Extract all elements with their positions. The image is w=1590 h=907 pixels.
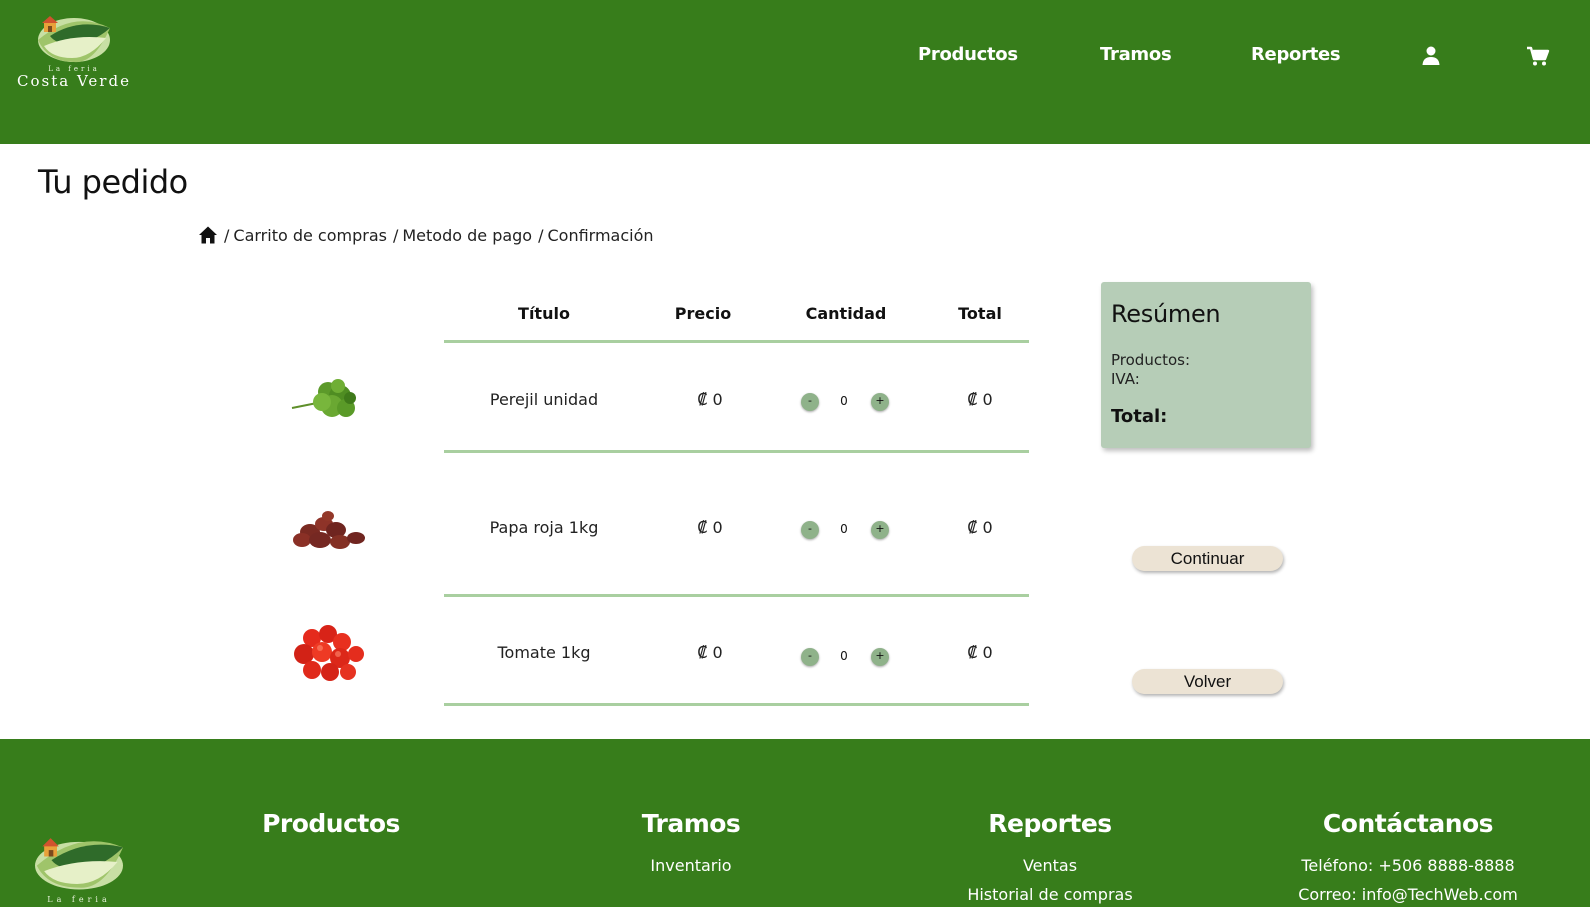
user-icon[interactable] xyxy=(1419,44,1443,68)
product-price: ₡ 0 xyxy=(697,643,723,662)
decrease-quantity-button[interactable]: - xyxy=(801,648,819,666)
breadcrumb: / Carrito de compras / Metodo de pago / … xyxy=(198,224,654,246)
footer-link-historial[interactable]: Historial de compras xyxy=(900,885,1200,904)
column-header-total: Total xyxy=(958,304,1002,323)
table-divider xyxy=(444,450,1029,453)
nav-reportes[interactable]: Reportes xyxy=(1251,44,1341,65)
footer-heading-reportes: Reportes xyxy=(988,809,1112,838)
order-summary-card: Resúmen Productos: IVA: Total: xyxy=(1101,282,1311,448)
breadcrumb-separator: / xyxy=(392,225,399,245)
summary-products-label: Productos: xyxy=(1111,351,1190,369)
product-price: ₡ 0 xyxy=(697,518,723,537)
quantity-value: 0 xyxy=(840,649,848,663)
back-button[interactable]: Volver xyxy=(1132,669,1283,694)
product-total: ₡ 0 xyxy=(967,518,993,537)
table-divider xyxy=(444,340,1029,343)
quantity-value: 0 xyxy=(840,394,848,408)
footer-phone: Teléfono: +506 8888-8888 xyxy=(1301,856,1515,875)
nav-tramos[interactable]: Tramos xyxy=(1100,44,1172,65)
site-footer: La feria Productos Tramos Inventario Rep… xyxy=(0,739,1590,907)
logo-graphic xyxy=(38,16,110,63)
summary-iva-label: IVA: xyxy=(1111,370,1140,388)
product-total: ₡ 0 xyxy=(967,390,993,409)
footer-heading-productos: Productos xyxy=(262,809,400,838)
breadcrumb-metodo-pago[interactable]: Metodo de pago xyxy=(402,226,532,245)
breadcrumb-separator: / xyxy=(224,225,230,245)
breadcrumb-confirmacion[interactable]: Confirmación xyxy=(547,226,653,245)
page-title: Tu pedido xyxy=(38,163,188,201)
column-header-precio: Precio xyxy=(674,304,732,323)
product-price: ₡ 0 xyxy=(697,390,723,409)
column-header-titulo: Título xyxy=(518,304,570,323)
continue-button[interactable]: Continuar xyxy=(1132,546,1283,571)
parsley-image xyxy=(282,362,372,442)
decrease-quantity-button[interactable]: - xyxy=(801,393,819,411)
table-divider xyxy=(444,703,1029,706)
logo-name: Costa Verde xyxy=(17,72,131,90)
red-potato-image xyxy=(280,490,370,570)
table-divider xyxy=(444,594,1029,597)
decrease-quantity-button[interactable]: - xyxy=(801,521,819,539)
footer-heading-tramos: Tramos xyxy=(641,809,741,838)
footer-logo-text: La feria xyxy=(47,895,111,904)
footer-link-inventario[interactable]: Inventario xyxy=(541,856,841,875)
home-icon[interactable] xyxy=(198,225,218,245)
quantity-value: 0 xyxy=(840,522,848,536)
breadcrumb-separator: / xyxy=(538,225,544,245)
footer-link-ventas[interactable]: Ventas xyxy=(900,856,1200,875)
brand-logo[interactable]: La feria Costa Verde xyxy=(14,14,134,94)
footer-logo-graphic xyxy=(35,838,124,890)
cart-icon[interactable] xyxy=(1526,44,1550,68)
breadcrumb-carrito[interactable]: Carrito de compras xyxy=(233,226,387,245)
tomato-image xyxy=(282,616,372,696)
site-header: La feria Costa Verde Productos Tramos Re… xyxy=(0,0,1590,144)
footer-heading-contactanos: Contáctanos xyxy=(1322,809,1494,838)
nav-productos[interactable]: Productos xyxy=(918,44,1018,65)
product-total: ₡ 0 xyxy=(967,643,993,662)
summary-title: Resúmen xyxy=(1111,300,1221,328)
summary-total-label: Total: xyxy=(1111,406,1168,427)
footer-email[interactable]: Correo: info@TechWeb.com xyxy=(1258,885,1558,904)
footer-logo[interactable]: La feria xyxy=(24,827,134,907)
